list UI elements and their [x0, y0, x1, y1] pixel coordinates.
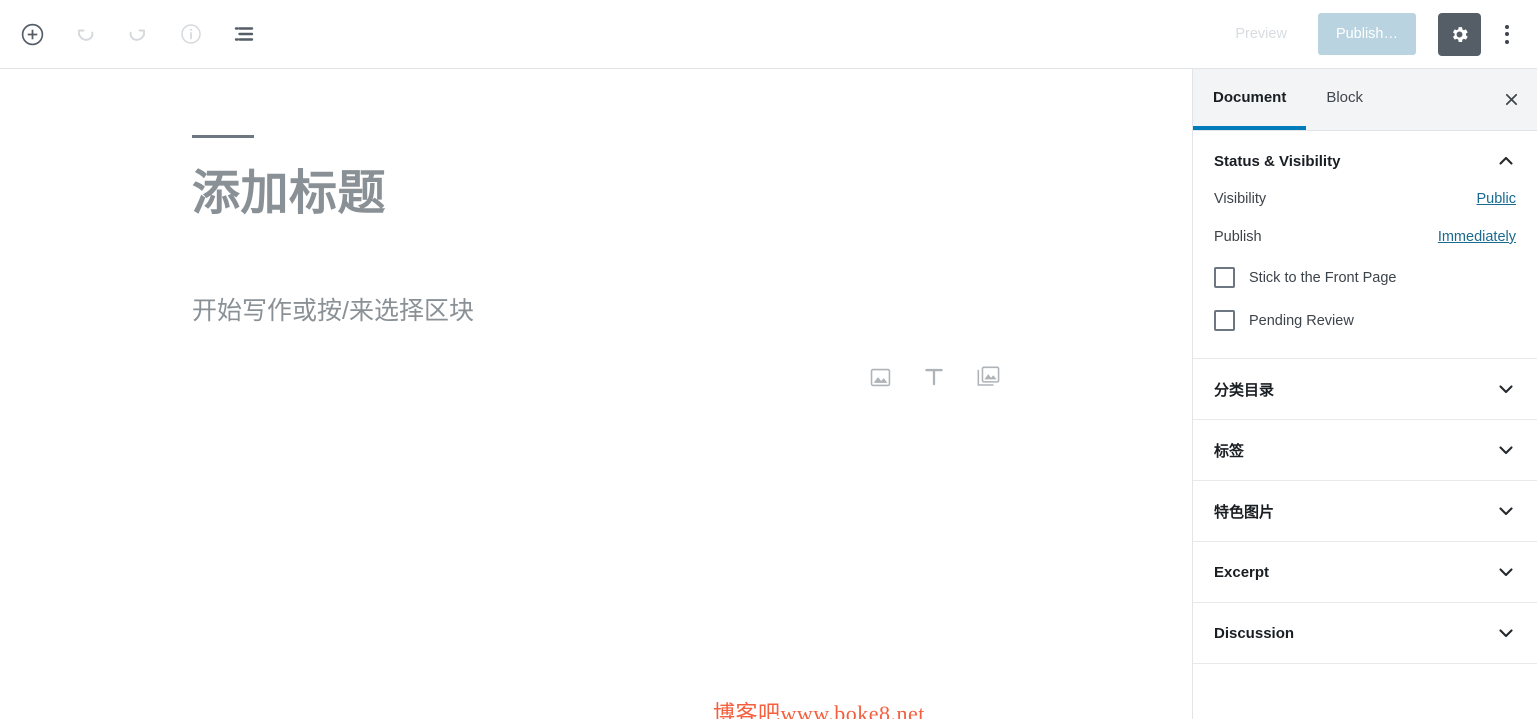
title-divider-rule: [192, 135, 254, 138]
more-options-button[interactable]: [1489, 14, 1525, 54]
settings-toggle-button[interactable]: [1438, 12, 1481, 56]
panel-featured-image: 特色图片: [1193, 481, 1537, 542]
close-icon: [1503, 91, 1520, 108]
panel-featured-image-header[interactable]: 特色图片: [1193, 481, 1537, 541]
visibility-value-link[interactable]: Public: [1477, 191, 1517, 207]
sticky-post-checkbox[interactable]: [1214, 267, 1235, 288]
pending-review-checkbox[interactable]: [1214, 310, 1235, 331]
settings-sidebar: Document Block Status & Visibility Visib…: [1192, 69, 1537, 719]
publish-button[interactable]: Publish…: [1317, 13, 1416, 55]
quick-block-inserters: [862, 359, 1006, 395]
panel-discussion-header[interactable]: Discussion: [1193, 603, 1537, 663]
close-sidebar-button[interactable]: [1493, 82, 1529, 118]
tab-block[interactable]: Block: [1306, 69, 1383, 130]
header-right-actions: Preview Publish…: [1218, 12, 1525, 56]
panel-title: Discussion: [1214, 624, 1295, 642]
sidebar-panels: Status & Visibility Visibility Public Pu…: [1193, 131, 1537, 719]
chevron-down-icon[interactable]: [1496, 379, 1516, 399]
visibility-label: Visibility: [1214, 191, 1267, 207]
editor-content-wrapper: 添加标题 开始写作或按/来选择区块: [0, 69, 1192, 327]
panel-discussion: Discussion: [1193, 603, 1537, 664]
visibility-row: Visibility Public: [1214, 191, 1516, 207]
content-info-button[interactable]: [173, 16, 209, 52]
panel-categories-header[interactable]: 分类目录: [1193, 359, 1537, 419]
sidebar-tab-bar: Document Block: [1193, 69, 1537, 131]
pending-review-row: Pending Review: [1214, 310, 1516, 331]
publish-date-row: Publish Immediately: [1214, 229, 1516, 245]
panel-status-visibility: Status & Visibility Visibility Public Pu…: [1193, 131, 1537, 359]
gear-icon: [1449, 24, 1470, 45]
sticky-post-label: Stick to the Front Page: [1249, 269, 1397, 286]
chevron-up-icon[interactable]: [1496, 151, 1516, 171]
publish-label: Publish: [1214, 229, 1262, 245]
block-navigation-button[interactable]: [226, 16, 262, 52]
chevron-down-icon[interactable]: [1496, 562, 1516, 582]
panel-tags: 标签: [1193, 420, 1537, 481]
tab-document[interactable]: Document: [1193, 69, 1307, 130]
post-title-input[interactable]: 添加标题: [192, 165, 1192, 223]
panel-tags-header[interactable]: 标签: [1193, 420, 1537, 480]
panel-status-visibility-header[interactable]: Status & Visibility: [1193, 131, 1537, 191]
redo-button[interactable]: [120, 16, 156, 52]
panel-title: 特色图片: [1214, 503, 1275, 521]
header-left-tools: [14, 16, 262, 52]
editor-header-toolbar: Preview Publish…: [0, 0, 1537, 69]
chevron-down-icon[interactable]: [1496, 440, 1516, 460]
panel-title: 标签: [1214, 442, 1245, 460]
panel-categories: 分类目录: [1193, 359, 1537, 420]
editor-body: 添加标题 开始写作或按/来选择区块 博客吧www.boke8.net Docum…: [0, 69, 1537, 719]
publish-value-link[interactable]: Immediately: [1438, 229, 1516, 245]
panel-excerpt-header[interactable]: Excerpt: [1193, 542, 1537, 602]
panel-title: Excerpt: [1214, 563, 1270, 581]
paragraph-placeholder[interactable]: 开始写作或按/来选择区块: [192, 291, 474, 327]
undo-button[interactable]: [67, 16, 103, 52]
preview-button[interactable]: Preview: [1218, 13, 1304, 55]
sticky-post-row: Stick to the Front Page: [1214, 267, 1516, 288]
panel-title: 分类目录: [1214, 381, 1275, 399]
pending-review-label: Pending Review: [1249, 312, 1354, 329]
panel-excerpt: Excerpt: [1193, 542, 1537, 603]
panel-title: Status & Visibility: [1214, 152, 1341, 170]
paragraph-block-icon[interactable]: [916, 359, 952, 395]
image-block-icon[interactable]: [862, 359, 898, 395]
editor-canvas[interactable]: 添加标题 开始写作或按/来选择区块 博客吧www.boke8.net: [0, 69, 1192, 719]
chevron-down-icon[interactable]: [1496, 623, 1516, 643]
gallery-block-icon[interactable]: [970, 359, 1006, 395]
site-watermark: 博客吧www.boke8.net: [713, 701, 925, 719]
gutenberg-editor: Preview Publish… 添加标题 开始写作或按/来选择区块 博客吧ww…: [0, 0, 1537, 719]
default-block-row: 开始写作或按/来选择区块: [192, 291, 1192, 327]
panel-status-visibility-body: Visibility Public Publish Immediately St…: [1193, 191, 1537, 358]
chevron-down-icon[interactable]: [1496, 501, 1516, 521]
add-block-button[interactable]: [14, 16, 50, 52]
vertical-dots-icon: [1505, 24, 1509, 44]
